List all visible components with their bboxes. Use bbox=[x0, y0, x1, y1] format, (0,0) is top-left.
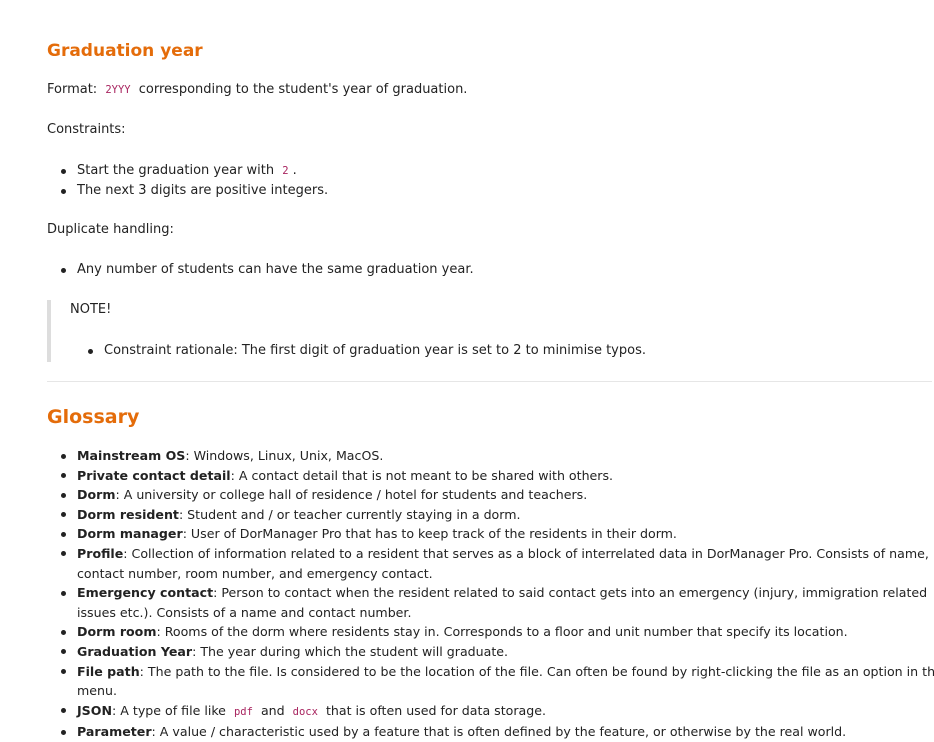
glossary-definition: : Windows, Linux, Unix, MacOS. bbox=[185, 448, 384, 463]
glossary-term: Private contact detail bbox=[77, 467, 231, 483]
duplicate-list: Any number of students can have the same… bbox=[47, 260, 474, 280]
note-list: Constraint rationale: The first digit of… bbox=[74, 341, 646, 361]
glossary-list: Mainstream OS: Windows, Linux, Unix, Mac… bbox=[47, 446, 934, 742]
glossary-heading: Glossary bbox=[47, 406, 140, 428]
list-item: Mainstream OS: Windows, Linux, Unix, Mac… bbox=[61, 446, 934, 466]
glossary-definition: : A university or college hall of reside… bbox=[115, 487, 588, 503]
note-1-text: Constraint rationale: The first digit of… bbox=[104, 343, 646, 358]
constraint-2-text: The next 3 digits are positive integers. bbox=[77, 183, 329, 198]
list-item: JSON: A type of file like pdf and docx t… bbox=[61, 701, 934, 723]
glossary-term: JSON bbox=[77, 702, 113, 718]
list-item: Dorm: A university or college hall of re… bbox=[61, 485, 934, 505]
horizontal-rule bbox=[47, 381, 932, 382]
glossary-term: Dorm room bbox=[77, 624, 157, 640]
list-item: Any number of students can have the same… bbox=[61, 260, 474, 280]
glossary-term: File path bbox=[77, 663, 140, 679]
constraint-1-end: . bbox=[292, 163, 297, 178]
json-pdf-code: pdf bbox=[233, 705, 253, 718]
glossary-definition: : A contact detail that is not meant to … bbox=[230, 467, 614, 483]
glossary-definition: : Rooms of the dorm where residents stay… bbox=[156, 624, 848, 640]
glossary-definition: : A value / characteristic used by a fea… bbox=[151, 724, 847, 740]
glossary-term: Dorm resident bbox=[77, 506, 179, 522]
list-item: Emergency contact: Person to contact whe… bbox=[61, 583, 934, 622]
glossary-term: Dorm bbox=[77, 487, 116, 503]
constraints-list: Start the graduation year with 2. The ne… bbox=[47, 161, 328, 201]
list-item: The next 3 digits are positive integers. bbox=[60, 181, 329, 201]
list-item: Dorm room: Rooms of the dorm where resid… bbox=[61, 622, 934, 642]
glossary-term: Dorm manager bbox=[77, 526, 183, 542]
glossary-definition: : Collection of information related to a… bbox=[77, 545, 929, 581]
list-item: Private contact detail: A contact detail… bbox=[61, 466, 934, 486]
glossary-definition: : The path to the file. Is considered to… bbox=[77, 663, 934, 699]
note-label: NOTE! bbox=[70, 302, 112, 317]
glossary-term: Graduation Year bbox=[77, 643, 193, 659]
list-item: Parameter: A value / characteristic used… bbox=[61, 722, 934, 742]
format-paragraph: Format: 2YYY corresponding to the studen… bbox=[47, 80, 467, 100]
list-item: Constraint rationale: The first digit of… bbox=[88, 341, 646, 361]
glossary-definition: : The year during which the student will… bbox=[192, 643, 509, 659]
list-item: Graduation Year: The year during which t… bbox=[61, 642, 934, 662]
glossary-definition: that is often used for data storage. bbox=[325, 702, 547, 718]
glossary-definition: : Student and / or teacher currently sta… bbox=[178, 506, 521, 522]
glossary-term: Parameter bbox=[77, 724, 152, 740]
glossary-term: Emergency contact bbox=[77, 585, 214, 601]
list-item: File path: The path to the file. Is cons… bbox=[61, 662, 934, 701]
json-docx-code: docx bbox=[292, 705, 318, 718]
constraint-1-code: 2 bbox=[282, 165, 289, 177]
list-item: Start the graduation year with 2. bbox=[60, 161, 328, 181]
list-item: Profile: Collection of information relat… bbox=[61, 544, 934, 583]
glossary-term: Mainstream OS bbox=[77, 448, 186, 463]
format-label: Format: bbox=[47, 82, 98, 97]
format-text: corresponding to the student's year of g… bbox=[138, 82, 468, 97]
glossary-definition: : A type of file like bbox=[112, 702, 226, 718]
constraints-label: Constraints: bbox=[47, 122, 126, 137]
format-code: 2YYY bbox=[105, 84, 131, 96]
list-item: Dorm manager: User of DorManager Pro tha… bbox=[61, 524, 934, 544]
note-blockquote: NOTE! Constraint rationale: The first di… bbox=[47, 300, 651, 362]
duplicate-handling-label: Duplicate handling: bbox=[47, 222, 174, 237]
constraint-1-text: Start the graduation year with bbox=[77, 163, 275, 178]
list-item: Dorm resident: Student and / or teacher … bbox=[61, 505, 934, 525]
glossary-definition: : User of DorManager Pro that has to kee… bbox=[182, 526, 677, 542]
glossary-term: Profile bbox=[77, 545, 124, 561]
graduation-year-heading: Graduation year bbox=[47, 41, 203, 61]
duplicate-1-text: Any number of students can have the same… bbox=[77, 262, 474, 277]
glossary-definition: and bbox=[260, 702, 285, 718]
